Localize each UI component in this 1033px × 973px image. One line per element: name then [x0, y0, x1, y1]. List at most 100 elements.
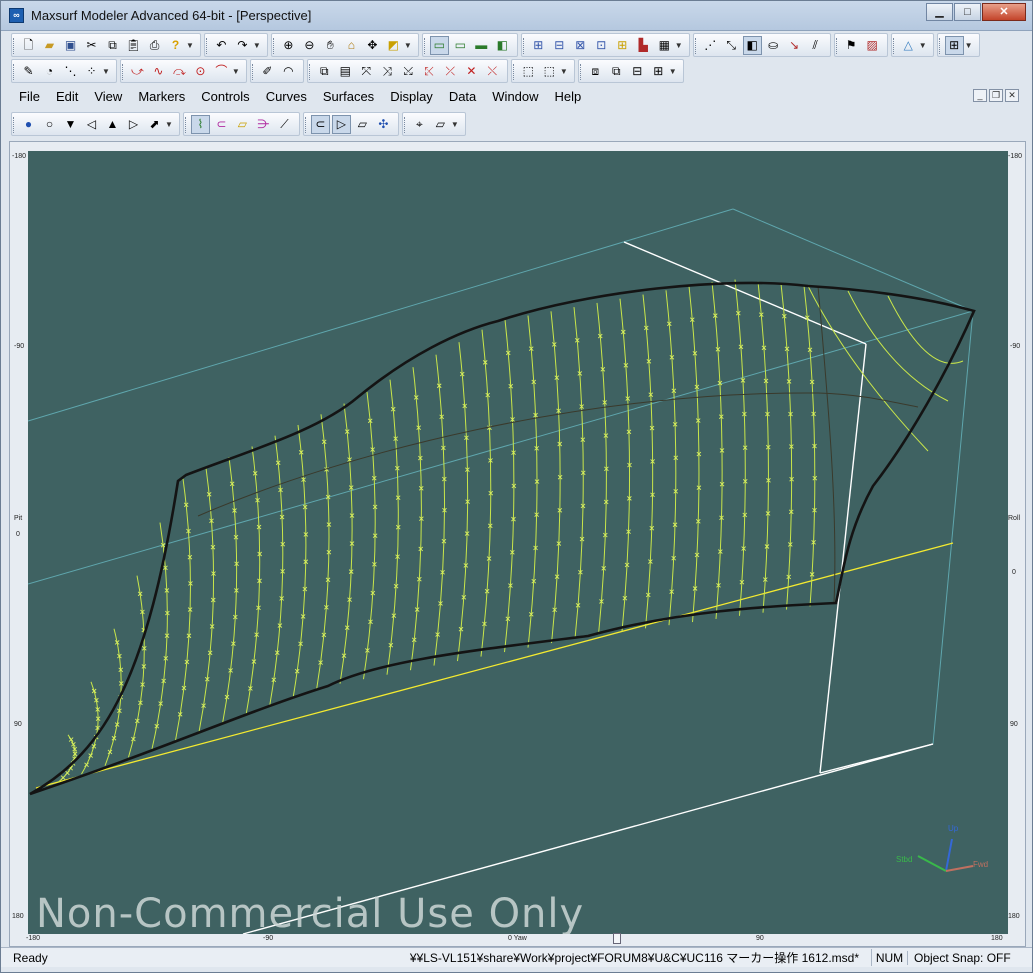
- funnel-icon[interactable]: ▼: [61, 115, 80, 134]
- perspective-viewport[interactable]: Up Stbd Fwd Non-Commercial Use Only: [28, 151, 1008, 934]
- bounding-icon[interactable]: ⬚: [540, 62, 559, 81]
- deck-icon[interactable]: ▱: [353, 115, 372, 134]
- pyramid-icon[interactable]: ▲: [103, 115, 122, 134]
- chevron-down-icon[interactable]: ▼: [675, 41, 683, 50]
- control-marker[interactable]: [60, 775, 66, 780]
- multi-select-icon[interactable]: ⁘: [82, 62, 101, 81]
- transform-icon[interactable]: ⤧: [357, 62, 376, 81]
- profile-view-icon[interactable]: ⊂: [310, 114, 330, 134]
- tool-select-icon[interactable]: ⬈: [145, 115, 164, 134]
- copy-shape-icon[interactable]: ⧉: [315, 62, 334, 81]
- ship-lines-icon[interactable]: ⌇: [190, 114, 210, 134]
- hull-model-canvas[interactable]: [28, 151, 1008, 934]
- chevron-down-icon[interactable]: ▼: [232, 67, 240, 76]
- brush-icon[interactable]: ✐: [258, 62, 277, 81]
- menu-data[interactable]: Data: [441, 89, 484, 104]
- circle-point-icon[interactable]: ⊙: [191, 62, 210, 81]
- hull-section-icon[interactable]: ⊂: [212, 115, 231, 134]
- maxsurf-logo-icon[interactable]: ∞: [9, 8, 24, 23]
- curve-edit-icon[interactable]: ⤡: [722, 36, 741, 55]
- control-marker[interactable]: [84, 762, 89, 768]
- cone-icon[interactable]: ◁: [82, 115, 101, 134]
- arrow-icon[interactable]: ↘: [785, 36, 804, 55]
- undo-icon[interactable]: ↶: [212, 36, 231, 55]
- redo-icon[interactable]: ↷: [233, 36, 252, 55]
- shade-icon[interactable]: ⌖: [410, 115, 429, 134]
- magic-select-icon[interactable]: ⋱: [61, 62, 80, 81]
- lines-icon[interactable]: ⫽: [806, 36, 825, 55]
- distribute-icon[interactable]: ⊞: [649, 62, 668, 81]
- chevron-down-icon[interactable]: ▼: [404, 41, 412, 50]
- menu-edit[interactable]: Edit: [48, 89, 86, 104]
- chevron-down-icon[interactable]: ▼: [560, 67, 568, 76]
- chevron-down-icon[interactable]: ▼: [669, 67, 677, 76]
- title-bar[interactable]: ∞ Maxsurf Modeler Advanced 64-bit - [Per…: [1, 1, 1032, 31]
- delete-col-icon[interactable]: ⤫: [441, 62, 460, 81]
- cross-icon[interactable]: ⤬: [483, 62, 502, 81]
- trim-icon[interactable]: ✕: [462, 62, 481, 81]
- triangle-icon[interactable]: △: [899, 36, 918, 55]
- sphere-icon[interactable]: ●: [19, 115, 38, 134]
- spline-icon[interactable]: ∿: [149, 62, 168, 81]
- child-close-button[interactable]: ✕: [1005, 89, 1019, 102]
- arc-icon[interactable]: ⌒: [212, 62, 231, 81]
- menu-window[interactable]: Window: [484, 89, 546, 104]
- pencil-icon[interactable]: ✎: [19, 62, 38, 81]
- chevron-down-icon[interactable]: ▼: [919, 41, 927, 50]
- marker-tool-icon[interactable]: ◩: [384, 36, 403, 55]
- menu-file[interactable]: File: [11, 89, 48, 104]
- plan-view-icon[interactable]: ◧: [493, 36, 512, 55]
- chevron-down-icon[interactable]: ▼: [165, 120, 173, 129]
- diagonal-icon[interactable]: ⟋: [275, 115, 294, 134]
- render-icon[interactable]: ▱: [431, 115, 450, 134]
- flip-icon[interactable]: ⤩: [399, 62, 418, 81]
- hatch-icon[interactable]: ▨: [863, 36, 882, 55]
- align-icon[interactable]: ⊟: [628, 62, 647, 81]
- rotate-icon[interactable]: ✥: [363, 36, 382, 55]
- pitch-ruler[interactable]: -180 -90 Pit 0 90 180: [10, 151, 28, 937]
- rotate-view-icon[interactable]: ✣: [374, 115, 393, 134]
- pointer-icon[interactable]: ⛀: [764, 36, 783, 55]
- pan-hand-icon[interactable]: ✋︎: [321, 36, 340, 55]
- minimize-button[interactable]: ▁: [926, 3, 953, 21]
- graph-icon[interactable]: ⊠: [571, 36, 590, 55]
- spreadsheet-icon[interactable]: ▦: [655, 36, 674, 55]
- chevron-down-icon[interactable]: ▼: [451, 120, 459, 129]
- zoom-out-icon[interactable]: ⊖: [300, 36, 319, 55]
- yaw-ruler[interactable]: -180 -90 0 Yaw 90 180: [26, 932, 1008, 946]
- yaw-slider-handle[interactable]: [613, 933, 621, 944]
- shade-render-icon[interactable]: ▭: [429, 35, 449, 55]
- menu-curves[interactable]: Curves: [258, 89, 315, 104]
- paste-shape-icon[interactable]: ▤: [336, 62, 355, 81]
- menu-controls[interactable]: Controls: [193, 89, 257, 104]
- save-icon[interactable]: ▣: [61, 36, 80, 55]
- chevron-down-icon[interactable]: ▼: [253, 41, 261, 50]
- waterline-icon[interactable]: ▱: [233, 115, 252, 134]
- zoom-in-icon[interactable]: ⊕: [279, 36, 298, 55]
- curve-icon[interactable]: ◠: [279, 62, 298, 81]
- frame-select-icon[interactable]: ⬚: [519, 62, 538, 81]
- contour-icon[interactable]: ⋰: [701, 36, 720, 55]
- roll-ruler[interactable]: -180 -90 Roll 0 90 180: [1007, 151, 1025, 937]
- close-button[interactable]: ✕: [982, 3, 1026, 21]
- chart-icon[interactable]: ▙: [634, 36, 653, 55]
- chevron-down-icon[interactable]: ▼: [102, 67, 110, 76]
- menu-help[interactable]: Help: [547, 89, 590, 104]
- cut-icon[interactable]: ✂: [82, 36, 101, 55]
- menu-display[interactable]: Display: [382, 89, 441, 104]
- lasso-icon[interactable]: ◔: [40, 62, 59, 81]
- menu-markers[interactable]: Markers: [130, 89, 193, 104]
- surface-icon[interactable]: ▬: [472, 36, 491, 55]
- control-marker[interactable]: [68, 737, 74, 742]
- group-icon[interactable]: ⧈: [586, 62, 605, 81]
- flag-icon[interactable]: ⚑: [842, 36, 861, 55]
- child-minimize-button[interactable]: _: [973, 89, 987, 102]
- control-point-icon[interactable]: ⤼: [170, 62, 189, 81]
- paste-icon[interactable]: 📋︎: [124, 36, 143, 55]
- chevron-down-icon[interactable]: ▼: [186, 41, 194, 50]
- control-marker[interactable]: [88, 753, 93, 758]
- home-view-icon[interactable]: ⌂: [342, 36, 361, 55]
- wireframe-icon[interactable]: ▭: [451, 36, 470, 55]
- menu-view[interactable]: View: [86, 89, 130, 104]
- table-icon[interactable]: ⊞: [529, 36, 548, 55]
